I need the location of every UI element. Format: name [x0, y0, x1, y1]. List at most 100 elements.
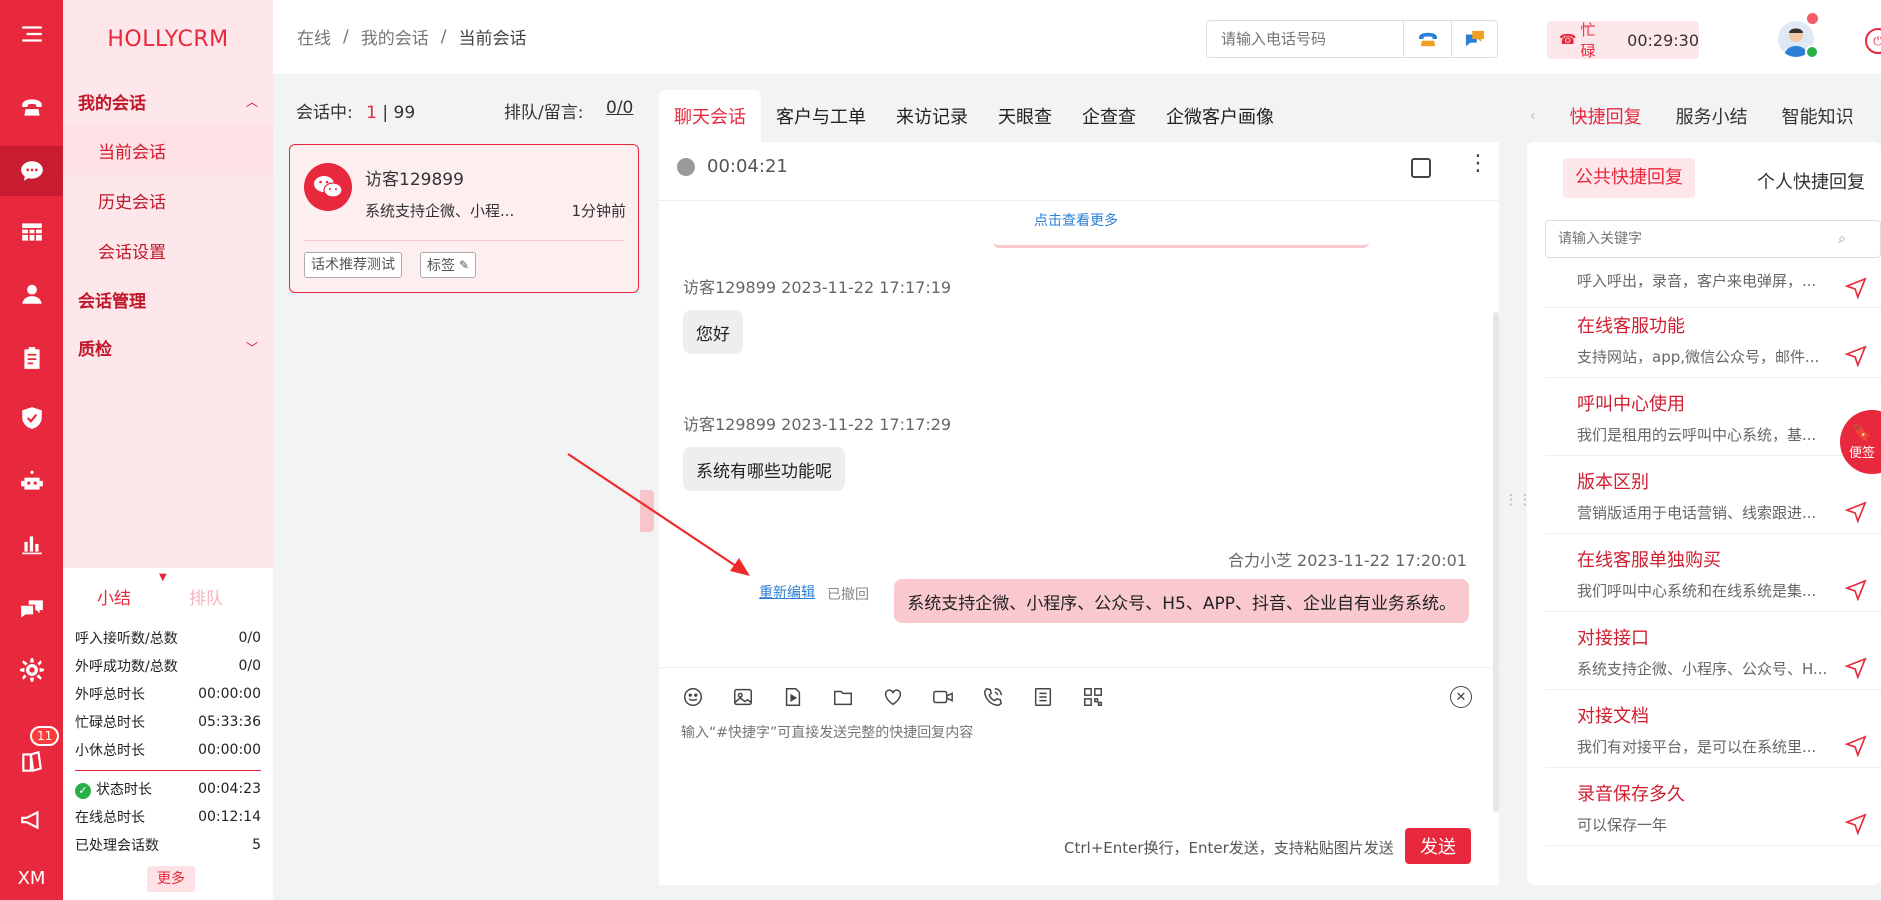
tab-wecom-profile[interactable]: 企微客户画像 — [1151, 90, 1289, 142]
send-icon[interactable] — [1845, 345, 1867, 367]
more-button[interactable]: 更多 — [147, 866, 195, 892]
quick-reply-item[interactable]: 对接接口 系统支持企微、小程序、公众号、H... — [1545, 612, 1881, 690]
stat-row: 已处理会话数 5 — [63, 831, 273, 859]
stat-value: 00:04:23 — [198, 781, 261, 797]
tab-personal-quick-reply[interactable]: 个人快捷回复 — [1757, 168, 1865, 194]
bookmark-icon: 🔖 — [1852, 423, 1872, 442]
quick-reply-desc: 支持网站，app,微信公众号，邮件... — [1577, 348, 1820, 366]
queue-value[interactable]: 0/0 — [606, 98, 633, 118]
quick-reply-item[interactable]: 在线客服功能 支持网站，app,微信公众号，邮件... — [1545, 300, 1881, 378]
nav-item-current-session[interactable]: 当前会话 — [63, 125, 273, 175]
tab-tianyancha[interactable]: 天眼查 — [983, 90, 1067, 142]
megaphone-icon[interactable] — [0, 798, 63, 842]
send-icon[interactable] — [1845, 277, 1867, 299]
view-more-link[interactable]: 点击查看更多 — [1034, 210, 1118, 230]
im-button[interactable] — [1451, 21, 1497, 57]
status-indicator[interactable]: ☎ 忙碌 00:29:30 — [1547, 21, 1699, 60]
nav-group-label: 质检 — [78, 339, 112, 360]
stat-label: 呼入接听数/总数 — [75, 631, 178, 647]
tab-customer-ticket[interactable]: 客户与工单 — [761, 90, 881, 142]
tab-visit-record[interactable]: 来访记录 — [881, 90, 983, 142]
list-icon[interactable] — [1031, 685, 1055, 709]
top-header: 在线 / 我的会话 / 当前会话 ☎ 忙碌 00:29:30 ⏻ — [273, 0, 1881, 75]
nav-item-session-settings[interactable]: 会话设置 — [63, 225, 273, 275]
chat-duration: 00:04:21 — [677, 156, 788, 177]
tab-qichacha[interactable]: 企查查 — [1067, 90, 1151, 142]
tab-service-summary[interactable]: 服务小结 — [1676, 103, 1748, 129]
tab-quick-reply[interactable]: 快捷回复 — [1570, 103, 1642, 129]
online-check-icon — [1805, 45, 1819, 59]
tag-button[interactable]: 标签 ✎ — [420, 252, 477, 278]
tab-smart-knowledge[interactable]: 智能知识 — [1782, 103, 1854, 129]
phone-icon: ☎ — [1559, 32, 1577, 48]
quick-reply-item[interactable]: 对接文档 我们有对接平台，是可以在系统里... — [1545, 690, 1881, 768]
breadcrumb-item[interactable]: 我的会话 — [361, 24, 429, 49]
stat-value: 00:12:14 — [198, 809, 261, 825]
gear-icon[interactable] — [0, 648, 63, 692]
stat-value: 00:00:00 — [198, 742, 261, 758]
send-icon[interactable] — [1845, 657, 1867, 679]
video-file-icon[interactable] — [781, 685, 805, 709]
phone-icon[interactable] — [0, 85, 63, 129]
re-edit-link[interactable]: 重新编辑 — [759, 582, 815, 602]
quick-reply-item[interactable]: 录音保存多久 可以保存一年 — [1545, 768, 1881, 846]
dial-button[interactable] — [1403, 21, 1451, 57]
send-icon[interactable] — [1845, 501, 1867, 523]
quick-reply-item[interactable]: 在线客服单独购买 我们呼叫中心系统和在线系统是集... — [1545, 534, 1881, 612]
send-icon[interactable] — [1845, 579, 1867, 601]
clock-icon — [677, 157, 695, 176]
tab-summary[interactable]: 小结 — [97, 584, 131, 609]
bar-chart-icon[interactable] — [0, 522, 63, 566]
breadcrumb-item[interactable]: 在线 — [297, 24, 331, 49]
message-icon[interactable] — [0, 587, 63, 631]
search-icon[interactable]: ⌕ — [1838, 231, 1846, 247]
emoji-icon[interactable] — [681, 685, 705, 709]
shield-icon[interactable] — [0, 396, 63, 440]
send-icon[interactable] — [1845, 735, 1867, 757]
drag-handle[interactable]: ⋮⋮ — [1504, 493, 1532, 526]
phone-input[interactable] — [1207, 22, 1403, 56]
stat-label: 忙碌总时长 — [75, 715, 145, 731]
nav-item-history-session[interactable]: 历史会话 — [63, 175, 273, 225]
message-input[interactable] — [681, 722, 1471, 812]
chat-icon[interactable] — [0, 146, 63, 196]
image-icon[interactable] — [731, 685, 755, 709]
user-initials[interactable]: XM — [0, 856, 63, 900]
center-tabs: 聊天会话 客户与工单 来访记录 天眼查 企查查 企微客户画像 — [659, 90, 1289, 142]
nav-group-quality-check[interactable]: 质检 ﹀ — [63, 323, 273, 371]
send-icon[interactable] — [1845, 813, 1867, 835]
user-icon[interactable] — [0, 272, 63, 316]
edit-icon: ✎ — [459, 258, 470, 272]
qrcode-icon[interactable] — [1081, 685, 1105, 709]
tab-chat[interactable]: 聊天会话 — [659, 90, 761, 142]
folder-icon[interactable] — [831, 685, 855, 709]
stat-value: 0/0 — [238, 630, 261, 646]
agent-message-meta: 合力小芝 2023-11-22 17:20:01 — [1227, 551, 1467, 570]
robot-icon[interactable] — [0, 460, 63, 504]
clipboard-icon[interactable] — [0, 336, 63, 380]
book-icon[interactable]: 11 — [0, 726, 63, 784]
nav-group-label: 我的会话 — [78, 93, 146, 114]
close-circle-icon[interactable]: ✕ — [1450, 686, 1472, 708]
nav-group-session-management[interactable]: 会话管理 — [63, 275, 273, 323]
menu-icon[interactable] — [0, 12, 63, 56]
video-call-icon[interactable] — [931, 685, 955, 709]
share-icon[interactable] — [1411, 158, 1431, 178]
nav-group-my-sessions[interactable]: 我的会话 ︿ — [63, 77, 273, 125]
chevron-left-icon[interactable]: ‹ — [1530, 108, 1536, 124]
heart-icon[interactable] — [881, 685, 905, 709]
quick-reply-item[interactable]: 版本区别 营销版适用于电话营销、线索跟进... — [1545, 456, 1881, 534]
tab-queue[interactable]: 排队 — [189, 584, 223, 609]
tab-public-quick-reply[interactable]: 公共快捷回复 — [1563, 158, 1695, 198]
more-vert-icon[interactable]: ⋮ — [1467, 153, 1489, 175]
send-button[interactable]: 发送 — [1405, 828, 1471, 864]
table-icon[interactable] — [0, 210, 63, 254]
session-card[interactable]: 访客129899 系统支持企微、小程... 1分钟前 话术推荐测试 标签 ✎ — [289, 144, 639, 293]
power-icon[interactable]: ⏻ — [1865, 28, 1881, 54]
quick-reply-item[interactable]: 呼叫中心使用 我们是租用的云呼叫中心系统，基... — [1545, 378, 1881, 456]
voice-call-icon[interactable] — [981, 685, 1005, 709]
tag-test[interactable]: 话术推荐测试 — [304, 252, 402, 278]
quick-reply-list: 在线客服功能 支持网站，app,微信公众号，邮件... 呼叫中心使用 我们是租用的云呼… — [1545, 300, 1881, 846]
quick-reply-search-input[interactable] — [1558, 231, 1838, 247]
chat-scrollbar[interactable] — [1493, 312, 1499, 812]
